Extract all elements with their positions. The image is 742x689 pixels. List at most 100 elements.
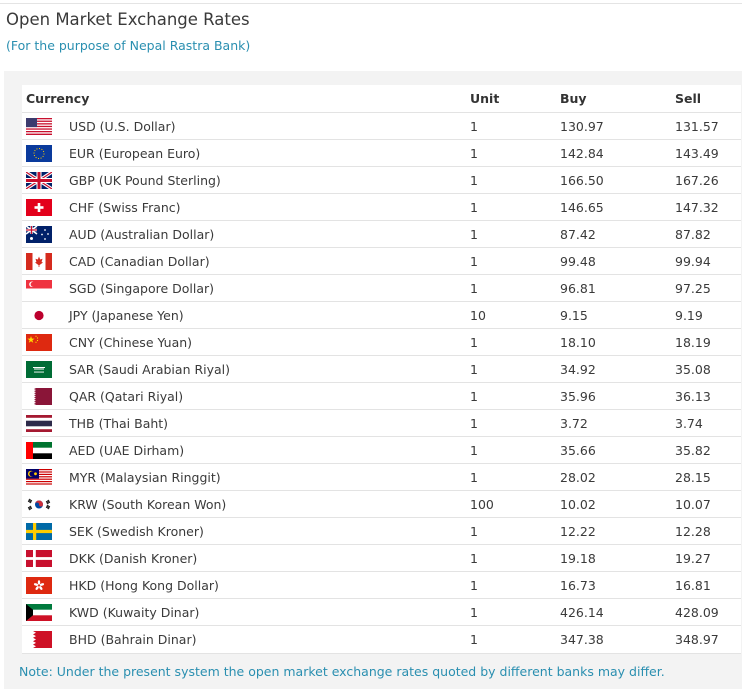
- table-header: Currency Unit Buy Sell: [22, 85, 741, 112]
- buy-rate-cell: 12.22: [560, 524, 596, 539]
- currency-name: THB (Thai Baht): [69, 416, 169, 431]
- bh-flag-icon: [26, 631, 52, 648]
- table-row: CHF (Swiss Franc) 1 146.65 147.32: [22, 193, 741, 221]
- buy-rate-cell: 35.96: [560, 389, 596, 404]
- column-header-sell: Sell: [675, 91, 702, 106]
- se-flag-icon: [26, 523, 52, 540]
- sell-rate-cell: 9.19: [675, 308, 703, 323]
- currency-name: CHF (Swiss Franc): [69, 200, 181, 215]
- my-flag-icon: [26, 469, 52, 486]
- top-divider: [0, 3, 742, 4]
- unit-cell: 1: [470, 605, 478, 620]
- th-flag-icon: [26, 415, 52, 432]
- unit-cell: 1: [470, 254, 478, 269]
- table-row: AUD (Australian Dollar) 1 87.42 87.82: [22, 220, 741, 248]
- sell-rate-cell: 428.09: [675, 605, 719, 620]
- buy-rate-cell: 18.10: [560, 335, 596, 350]
- table-row: MYR (Malaysian Ringgit) 1 28.02 28.15: [22, 463, 741, 491]
- uk-flag-icon: [26, 172, 52, 189]
- currency-name: DKK (Danish Kroner): [69, 551, 198, 566]
- currency-name: BHD (Bahrain Dinar): [69, 632, 197, 647]
- hk-flag-icon: [26, 577, 52, 594]
- buy-rate-cell: 28.02: [560, 470, 596, 485]
- unit-cell: 1: [470, 119, 478, 134]
- currency-name: AED (UAE Dirham): [69, 443, 185, 458]
- us-flag-icon: [26, 118, 52, 135]
- buy-rate-cell: 34.92: [560, 362, 596, 377]
- buy-rate-cell: 10.02: [560, 497, 596, 512]
- unit-cell: 1: [470, 335, 478, 350]
- kw-flag-icon: [26, 604, 52, 621]
- unit-cell: 1: [470, 389, 478, 404]
- sell-rate-cell: 36.13: [675, 389, 711, 404]
- buy-rate-cell: 87.42: [560, 227, 596, 242]
- buy-rate-cell: 3.72: [560, 416, 588, 431]
- buy-rate-cell: 146.65: [560, 200, 604, 215]
- au-flag-icon: [26, 226, 52, 243]
- unit-cell: 1: [470, 362, 478, 377]
- table-row: GBP (UK Pound Sterling) 1 166.50 167.26: [22, 166, 741, 194]
- unit-cell: 1: [470, 281, 478, 296]
- table-row: USD (U.S. Dollar) 1 130.97 131.57: [22, 112, 741, 140]
- currency-name: JPY (Japanese Yen): [69, 308, 184, 323]
- sg-flag-icon: [26, 280, 52, 297]
- table-row: KRW (South Korean Won) 100 10.02 10.07: [22, 490, 741, 518]
- buy-rate-cell: 426.14: [560, 605, 604, 620]
- unit-cell: 1: [470, 416, 478, 431]
- buy-rate-cell: 130.97: [560, 119, 604, 134]
- table-row: AED (UAE Dirham) 1 35.66 35.82: [22, 436, 741, 464]
- currency-name: USD (U.S. Dollar): [69, 119, 176, 134]
- currency-name: AUD (Australian Dollar): [69, 227, 215, 242]
- table-row: CAD (Canadian Dollar) 1 99.48 99.94: [22, 247, 741, 275]
- sell-rate-cell: 19.27: [675, 551, 711, 566]
- buy-rate-cell: 35.66: [560, 443, 596, 458]
- cn-flag-icon: [26, 334, 52, 351]
- sell-rate-cell: 12.28: [675, 524, 711, 539]
- unit-cell: 1: [470, 551, 478, 566]
- sell-rate-cell: 97.25: [675, 281, 711, 296]
- currency-name: SAR (Saudi Arabian Riyal): [69, 362, 231, 377]
- currency-name: CAD (Canadian Dollar): [69, 254, 210, 269]
- table-row: THB (Thai Baht) 1 3.72 3.74: [22, 409, 741, 437]
- ae-flag-icon: [26, 442, 52, 459]
- currency-name: MYR (Malaysian Ringgit): [69, 470, 221, 485]
- buy-rate-cell: 16.73: [560, 578, 596, 593]
- sell-rate-cell: 35.08: [675, 362, 711, 377]
- unit-cell: 1: [470, 200, 478, 215]
- currency-name: CNY (Chinese Yuan): [69, 335, 193, 350]
- table-row: DKK (Danish Kroner) 1 19.18 19.27: [22, 544, 741, 572]
- ca-flag-icon: [26, 253, 52, 270]
- sell-rate-cell: 28.15: [675, 470, 711, 485]
- sell-rate-cell: 10.07: [675, 497, 711, 512]
- column-header-buy: Buy: [560, 91, 587, 106]
- unit-cell: 10: [470, 308, 486, 323]
- dk-flag-icon: [26, 550, 52, 567]
- table-row: SGD (Singapore Dollar) 1 96.81 97.25: [22, 274, 741, 302]
- kr-flag-icon: [26, 496, 52, 513]
- unit-cell: 1: [470, 227, 478, 242]
- unit-cell: 1: [470, 146, 478, 161]
- buy-rate-cell: 142.84: [560, 146, 604, 161]
- unit-cell: 1: [470, 578, 478, 593]
- table-row: CNY (Chinese Yuan) 1 18.10 18.19: [22, 328, 741, 356]
- sell-rate-cell: 348.97: [675, 632, 719, 647]
- sa-flag-icon: [26, 361, 52, 378]
- sell-rate-cell: 3.74: [675, 416, 703, 431]
- currency-name: KWD (Kuwaity Dinar): [69, 605, 200, 620]
- buy-rate-cell: 19.18: [560, 551, 596, 566]
- sell-rate-cell: 87.82: [675, 227, 711, 242]
- buy-rate-cell: 9.15: [560, 308, 588, 323]
- page-title: Open Market Exchange Rates: [6, 10, 250, 29]
- currency-name: SGD (Singapore Dollar): [69, 281, 215, 296]
- currency-name: KRW (South Korean Won): [69, 497, 227, 512]
- jp-flag-icon: [26, 307, 52, 324]
- buy-rate-cell: 99.48: [560, 254, 596, 269]
- column-header-currency: Currency: [26, 91, 90, 106]
- column-header-unit: Unit: [470, 91, 500, 106]
- currency-name: SEK (Swedish Kroner): [69, 524, 204, 539]
- table-row: JPY (Japanese Yen) 10 9.15 9.19: [22, 301, 741, 329]
- disclaimer-note: Note: Under the present system the open …: [19, 664, 665, 679]
- eu-flag-icon: [26, 145, 52, 162]
- currency-name: QAR (Qatari Riyal): [69, 389, 184, 404]
- buy-rate-cell: 347.38: [560, 632, 604, 647]
